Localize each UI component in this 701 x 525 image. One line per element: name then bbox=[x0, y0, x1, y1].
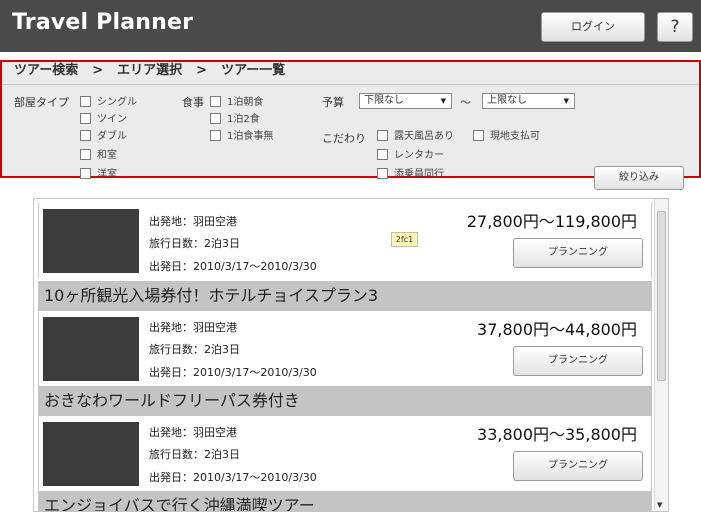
tour-title: 10ヶ所観光入場券付！ホテルチョイスプラン3 bbox=[38, 281, 652, 311]
meal-breakfast-checkbox[interactable]: 1泊朝食 bbox=[210, 96, 263, 110]
budget-range-tilde: ～ bbox=[460, 96, 471, 109]
pref-tour-guide-checkbox[interactable]: 添乗員同行 bbox=[377, 168, 444, 182]
planning-button[interactable]: プランニング bbox=[513, 346, 643, 376]
budget-label: 予算 bbox=[322, 96, 344, 109]
dropdown-arrow-icon: ▼ bbox=[440, 97, 446, 105]
preference-label: こだわり bbox=[322, 132, 366, 145]
departure-date-text: 出発日：2010/3/17～2010/3/30 bbox=[149, 366, 317, 379]
room-type-label: 部屋タイプ bbox=[14, 96, 69, 109]
duration-text: 旅行日数：2泊3日 bbox=[149, 237, 240, 250]
price-range: 33,800円～35,800円 bbox=[477, 425, 637, 444]
planning-button[interactable]: プランニング bbox=[513, 451, 643, 481]
budget-max-select[interactable]: 上限なし ▼ bbox=[482, 93, 575, 109]
panel-divider bbox=[2, 84, 699, 85]
departure-date-text: 出発日：2010/3/17～2010/3/30 bbox=[149, 260, 317, 273]
breadcrumb-tour-search[interactable]: ツアー検索 bbox=[14, 63, 78, 78]
breadcrumb-separator: > bbox=[196, 63, 208, 78]
breadcrumb-separator: > bbox=[92, 63, 104, 78]
checkbox-box[interactable] bbox=[377, 168, 388, 179]
checkbox-box[interactable] bbox=[80, 96, 91, 107]
duration-text: 旅行日数：2泊3日 bbox=[149, 448, 240, 461]
checkbox-box[interactable] bbox=[473, 130, 484, 141]
breadcrumb: ツアー検索 > エリア選択 > ツアー一覧 bbox=[14, 62, 285, 84]
tour-thumbnail bbox=[43, 317, 139, 381]
tour-results-list[interactable]: 出発地：羽田空港 旅行日数：2泊3日 出発日：2010/3/17～2010/3/… bbox=[33, 198, 669, 512]
price-range: 37,800円～44,800円 bbox=[477, 320, 637, 339]
duration-text: 旅行日数：2泊3日 bbox=[149, 343, 240, 356]
tour-title: おきなわワールドフリーパス券付き bbox=[38, 386, 652, 416]
results-scrollbar[interactable]: ▼ bbox=[654, 199, 668, 511]
departure-text: 出発地：羽田空港 bbox=[149, 426, 237, 439]
tour-thumbnail bbox=[43, 209, 139, 273]
meal-two-meals-checkbox[interactable]: 1泊2食 bbox=[210, 113, 260, 127]
room-type-washitsu-checkbox[interactable]: 和室 bbox=[80, 149, 117, 163]
budget-min-select[interactable]: 下限なし ▼ bbox=[359, 93, 452, 109]
departure-text: 出発地：羽田空港 bbox=[149, 321, 237, 334]
breadcrumb-tour-list: ツアー一覧 bbox=[221, 63, 286, 78]
meal-label: 食事 bbox=[182, 96, 204, 109]
room-type-youshitsu-checkbox[interactable]: 洋室 bbox=[80, 168, 117, 182]
departure-text: 出発地：羽田空港 bbox=[149, 215, 237, 228]
room-type-twin-checkbox[interactable]: ツイン bbox=[80, 113, 127, 127]
app-header: Travel Planner ログイン ? bbox=[0, 0, 701, 52]
list-item: 出発地：羽田空港 旅行日数：2泊3日 出発日：2010/3/17～2010/3/… bbox=[38, 311, 652, 387]
checkbox-box[interactable] bbox=[80, 149, 91, 160]
tooltip: 2fc1 bbox=[391, 232, 418, 247]
pref-rental-car-checkbox[interactable]: レンタカー bbox=[377, 149, 444, 163]
scrollbar-thumb[interactable] bbox=[657, 211, 666, 381]
meal-none-checkbox[interactable]: 1泊食事無 bbox=[210, 130, 273, 144]
pref-pay-locally-checkbox[interactable]: 現地支払可 bbox=[473, 130, 540, 144]
pref-outdoor-bath-checkbox[interactable]: 露天風呂あり bbox=[377, 130, 454, 144]
breadcrumb-area-select[interactable]: エリア選択 bbox=[117, 63, 182, 78]
tour-thumbnail bbox=[43, 422, 139, 486]
checkbox-box[interactable] bbox=[377, 149, 388, 160]
filter-button[interactable]: 絞り込み bbox=[594, 166, 684, 190]
planning-button[interactable]: プランニング bbox=[513, 238, 643, 268]
checkbox-box[interactable] bbox=[80, 113, 91, 124]
checkbox-box[interactable] bbox=[210, 96, 221, 107]
checkbox-box[interactable] bbox=[80, 168, 91, 179]
dropdown-arrow-icon: ▼ bbox=[563, 97, 569, 105]
checkbox-box[interactable] bbox=[210, 130, 221, 141]
scroll-down-arrow-icon[interactable]: ▼ bbox=[657, 501, 662, 509]
search-filter-panel: ツアー検索 > エリア選択 > ツアー一覧 部屋タイプ シングル ツイン ダブル 和室 … bbox=[0, 60, 701, 190]
room-type-single-checkbox[interactable]: シングル bbox=[80, 96, 137, 110]
checkbox-box[interactable] bbox=[210, 113, 221, 124]
tour-title: エンジョイバスで行く沖縄満喫ツアー bbox=[38, 491, 652, 511]
list-item: 出発地：羽田空港 旅行日数：2泊3日 出発日：2010/3/17～2010/3/… bbox=[38, 203, 652, 279]
departure-date-text: 出発日：2010/3/17～2010/3/30 bbox=[149, 471, 317, 484]
app-title: Travel Planner bbox=[12, 10, 194, 35]
price-range: 27,800円～119,800円 bbox=[466, 212, 637, 231]
checkbox-box[interactable] bbox=[377, 130, 388, 141]
room-type-double-checkbox[interactable]: ダブル bbox=[80, 130, 127, 144]
help-button[interactable]: ? bbox=[657, 12, 693, 42]
list-item: 出発地：羽田空港 旅行日数：2泊3日 出発日：2010/3/17～2010/3/… bbox=[38, 416, 652, 492]
login-button[interactable]: ログイン bbox=[541, 12, 645, 42]
checkbox-box[interactable] bbox=[80, 130, 91, 141]
